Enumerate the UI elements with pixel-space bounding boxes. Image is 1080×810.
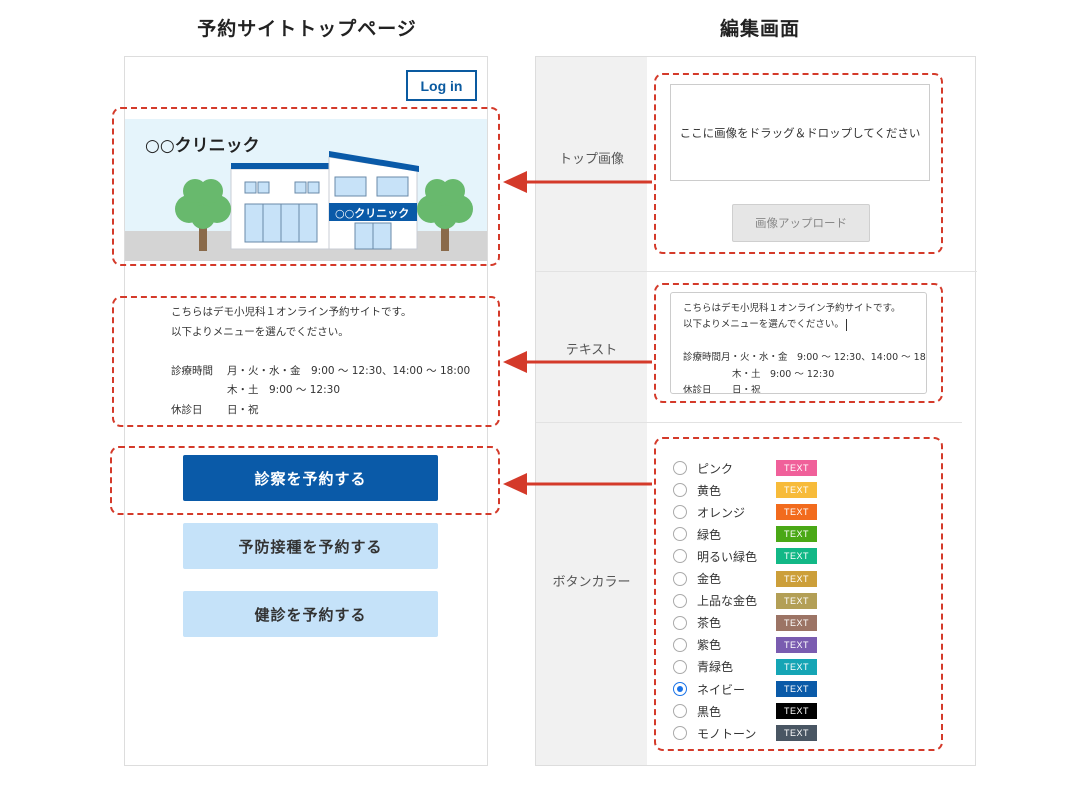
arrow-head	[503, 351, 527, 373]
arrow-head	[503, 171, 527, 193]
arrow-head	[503, 473, 527, 495]
annotation-arrows	[503, 171, 652, 495]
